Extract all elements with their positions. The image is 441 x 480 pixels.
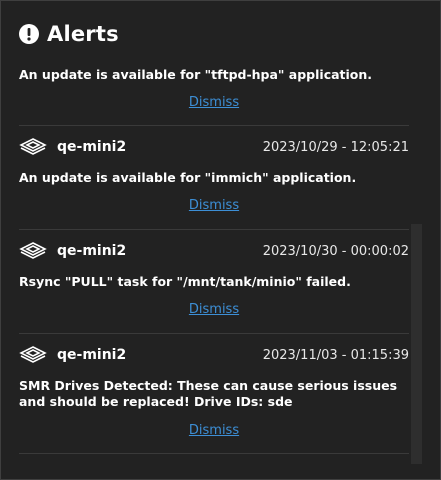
alert-message: An update is available for "tftpd-hpa" a…	[19, 67, 373, 82]
alert-header-row: qe-mini2 2023/10/29 - 12:05:21	[19, 137, 409, 157]
alerts-list[interactable]: An update is available for "tftpd-hpa" a…	[1, 61, 411, 479]
alert-circle-icon	[19, 24, 39, 44]
alert-item: An update is available for "tftpd-hpa" a…	[19, 61, 409, 126]
alert-host: qe-mini2	[57, 243, 127, 259]
alert-datetime: 2023/10/30 - 00:00:02	[262, 243, 409, 259]
page-title: Alerts	[47, 22, 119, 46]
server-stack-icon	[19, 138, 47, 155]
scrollbar[interactable]	[411, 61, 422, 479]
alerts-header: Alerts	[19, 21, 119, 47]
alert-datetime: 2023/10/29 - 12:05:21	[262, 139, 409, 155]
alert-item: qe-mini2 2023/10/29 - 12:05:21 An update…	[19, 125, 409, 230]
alert-host: qe-mini2	[57, 347, 127, 363]
server-stack-icon	[19, 346, 47, 363]
alert-host: qe-mini2	[57, 139, 127, 155]
alerts-panel: Alerts An update is available for "tftpd…	[0, 0, 441, 480]
dismiss-link[interactable]: Dismiss	[19, 302, 409, 317]
alert-item: qe-mini2 2023/11/03 - 01:15:39 SMR Drive…	[19, 333, 409, 454]
alert-message: SMR Drives Detected: These can cause ser…	[19, 378, 398, 409]
alert-item: qe-mini2 2023/10/30 - 00:00:02 Rsync "PU…	[19, 229, 409, 334]
alert-header-row: qe-mini2 2023/11/03 - 01:15:39	[19, 345, 409, 365]
alert-message: An update is available for "immich" appl…	[19, 170, 357, 185]
scrollbar-thumb[interactable]	[411, 224, 422, 464]
alert-message: Rsync "PULL" task for "/mnt/tank/minio" …	[19, 274, 351, 289]
dismiss-link[interactable]: Dismiss	[19, 423, 409, 438]
alert-header-row: qe-mini2 2023/10/30 - 00:00:02	[19, 241, 409, 261]
alert-datetime: 2023/11/03 - 01:15:39	[262, 347, 409, 363]
server-stack-icon	[19, 242, 47, 259]
dismiss-link[interactable]: Dismiss	[19, 95, 409, 110]
dismiss-link[interactable]: Dismiss	[19, 198, 409, 213]
